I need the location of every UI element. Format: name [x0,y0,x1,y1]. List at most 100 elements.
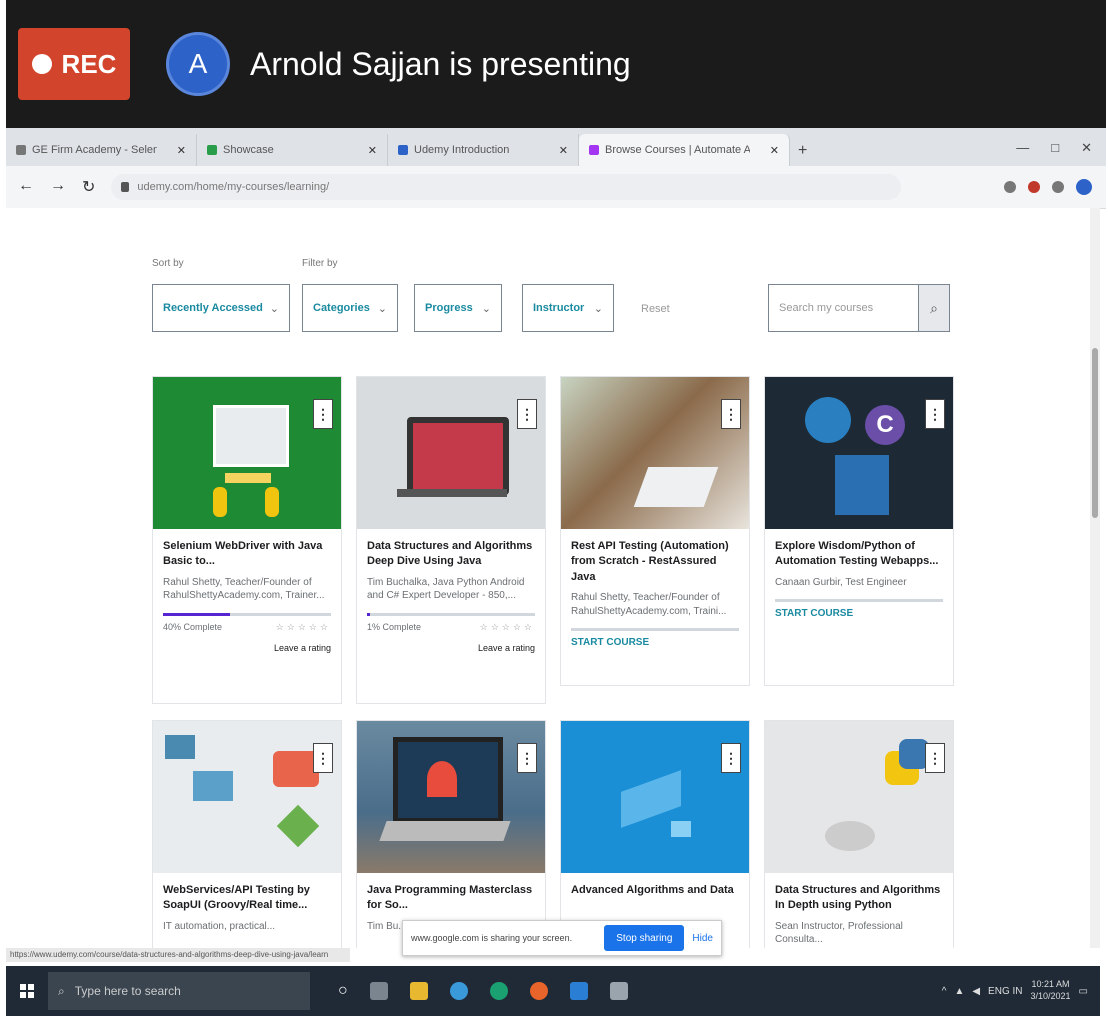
new-tab-button[interactable]: + [790,142,815,166]
tab-close-icon[interactable]: ✕ [177,144,186,157]
course-status: 1% Complete [367,621,422,632]
course-card[interactable]: ⋮ Java Programming Masterclass for So...… [356,720,546,948]
rating-stars-icon[interactable]: ☆☆☆☆☆ [480,622,535,633]
zoom-icon[interactable] [569,982,588,1000]
course-menu-icon[interactable]: ⋮ [313,743,333,773]
rec-label: REC [61,48,117,79]
progress-dropdown[interactable]: Progress ⌄ [414,284,502,332]
course-author: Sean Instructor, Professional Consulta..… [775,920,903,946]
search-icon[interactable]: ⌕ [918,285,949,331]
course-card[interactable]: ⋮ Selenium WebDriver with Java Basic to.… [152,376,342,704]
instructor-dropdown[interactable]: Instructor ⌄ [522,284,614,332]
course-title[interactable]: Rest API Testing (Automation) from Scrat… [561,529,749,589]
notification-icon[interactable]: ▭ [1079,986,1088,997]
course-title[interactable]: WebServices/API Testing by SoapUI (Groov… [153,873,341,918]
tab-close-icon[interactable]: ✕ [559,144,568,157]
clock-time: 10:21 AM [1031,979,1070,990]
browser-tab[interactable]: GE Firm Academy - Selenium Co... ✕ [6,134,197,166]
language-indicator[interactable]: ENG IN [988,986,1022,997]
course-title[interactable]: Selenium WebDriver with Java Basic to... [153,529,341,574]
network-icon[interactable]: ▲ [954,986,964,997]
cortana-icon[interactable]: ○ [338,982,348,1000]
tab-close-icon[interactable]: ✕ [770,144,779,157]
start-course-link[interactable]: START COURSE [765,606,953,621]
extensions [1004,179,1092,195]
reset-link[interactable]: Reset [641,303,670,315]
hide-banner-button[interactable]: Hide [684,933,721,944]
browser-tab-active[interactable]: Browse Courses | Automate Aspir... ✕ [579,134,790,166]
course-progress-bar [367,612,535,616]
course-menu-icon[interactable]: ⋮ [313,399,333,429]
taskbar-apps: ○ [338,982,628,1000]
leave-rating-link[interactable]: Leave a rating [153,635,341,661]
taskbar-search-input[interactable]: Type here to search [75,984,181,998]
firefox-icon[interactable] [529,982,548,1000]
leave-rating-link[interactable]: Leave a rating [357,635,545,661]
search-input[interactable]: Search my courses [769,302,918,314]
course-title[interactable]: Advanced Algorithms and Data [561,873,749,902]
page-content: Sort by Filter by Recently Accessed ⌄ Ca… [6,208,1100,948]
edge-icon[interactable] [489,982,508,1000]
extension-icon[interactable] [1052,181,1064,193]
course-menu-icon[interactable]: ⋮ [925,399,945,429]
system-tray: ^ ▲ ◀ ENG IN 10:21 AM 3/10/2021 ▭ [942,979,1088,1002]
course-card[interactable]: ⋮ Rest API Testing (Automation) from Scr… [560,376,750,686]
tab-favicon-icon [398,145,408,155]
chevron-down-icon: ⌄ [593,302,603,315]
instructor-label: Instructor [533,302,585,314]
browser-tab[interactable]: Showcase ✕ [197,134,388,166]
course-card[interactable]: C ⋮ Explore Wisdom/Python of Automation … [764,376,954,686]
start-course-link[interactable]: START COURSE [561,635,749,650]
course-card[interactable]: ⋮ WebServices/API Testing by SoapUI (Gro… [152,720,342,948]
file-explorer-icon[interactable] [409,982,428,1000]
course-title[interactable]: Data Structures and Algorithms In Depth … [765,873,953,918]
taskbar-search[interactable]: ⌕ Type here to search [48,972,310,1010]
back-icon[interactable]: ← [18,177,34,197]
close-window-icon[interactable]: ✕ [1081,140,1092,156]
course-card[interactable]: ⋮ Data Structures and Algorithms In Dept… [764,720,954,948]
windows-start-icon[interactable] [20,984,34,998]
app-icon[interactable] [609,982,628,1000]
url-bar[interactable]: udemy.com/home/my-courses/learning/ [111,174,902,200]
star-icon[interactable] [1004,181,1016,193]
course-menu-icon[interactable]: ⋮ [721,399,741,429]
course-title[interactable]: Java Programming Masterclass for So... [357,873,545,918]
task-view-icon[interactable] [369,982,388,1000]
presenter-avatar: A [166,32,230,96]
course-card[interactable]: ⋮ Advanced Algorithms and Data [560,720,750,948]
chrome-icon[interactable] [449,982,468,1000]
page-scrollbar[interactable] [1090,208,1100,948]
forward-icon[interactable]: → [50,177,66,197]
presenting-bar: REC A Arnold Sajjan is presenting [6,0,1106,128]
stop-sharing-button[interactable]: Stop sharing [604,925,685,951]
presenting-text: Arnold Sajjan is presenting [250,45,631,82]
extension-icon[interactable] [1028,181,1040,193]
sort-dropdown[interactable]: Recently Accessed ⌄ [152,284,290,332]
course-menu-icon[interactable]: ⋮ [517,399,537,429]
categories-dropdown[interactable]: Categories ⌄ [302,284,398,332]
clock[interactable]: 10:21 AM 3/10/2021 [1031,979,1071,1002]
browser-tab[interactable]: Udemy Introduction ✕ [388,134,579,166]
tab-close-icon[interactable]: ✕ [368,144,377,157]
course-menu-icon[interactable]: ⋮ [517,743,537,773]
course-status: 40% Complete [163,621,223,632]
maximize-icon[interactable]: □ [1051,140,1059,156]
course-title[interactable]: Data Structures and Algorithms Deep Dive… [357,529,545,574]
volume-icon[interactable]: ◀ [972,986,980,997]
chevron-down-icon: ⌄ [377,302,387,315]
course-author: Tim Buchalka, Java Python Android and C#… [367,576,525,602]
reload-icon[interactable]: ↻ [82,177,95,197]
course-menu-icon[interactable]: ⋮ [925,743,945,773]
rating-stars-icon[interactable]: ☆☆☆☆☆ [276,622,331,633]
clock-date: 3/10/2021 [1030,991,1071,1001]
lock-icon [121,182,130,192]
profile-icon[interactable] [1076,179,1092,195]
course-thumbnail: ⋮ [357,377,545,529]
tray-chevron-icon[interactable]: ^ [942,986,947,997]
minimize-icon[interactable]: — [1016,140,1029,156]
course-search[interactable]: Search my courses ⌕ [768,284,950,332]
course-progress-bar [775,599,943,603]
course-card[interactable]: ⋮ Data Structures and Algorithms Deep Di… [356,376,546,704]
course-title[interactable]: Explore Wisdom/Python of Automation Test… [765,529,953,574]
course-menu-icon[interactable]: ⋮ [721,743,741,773]
